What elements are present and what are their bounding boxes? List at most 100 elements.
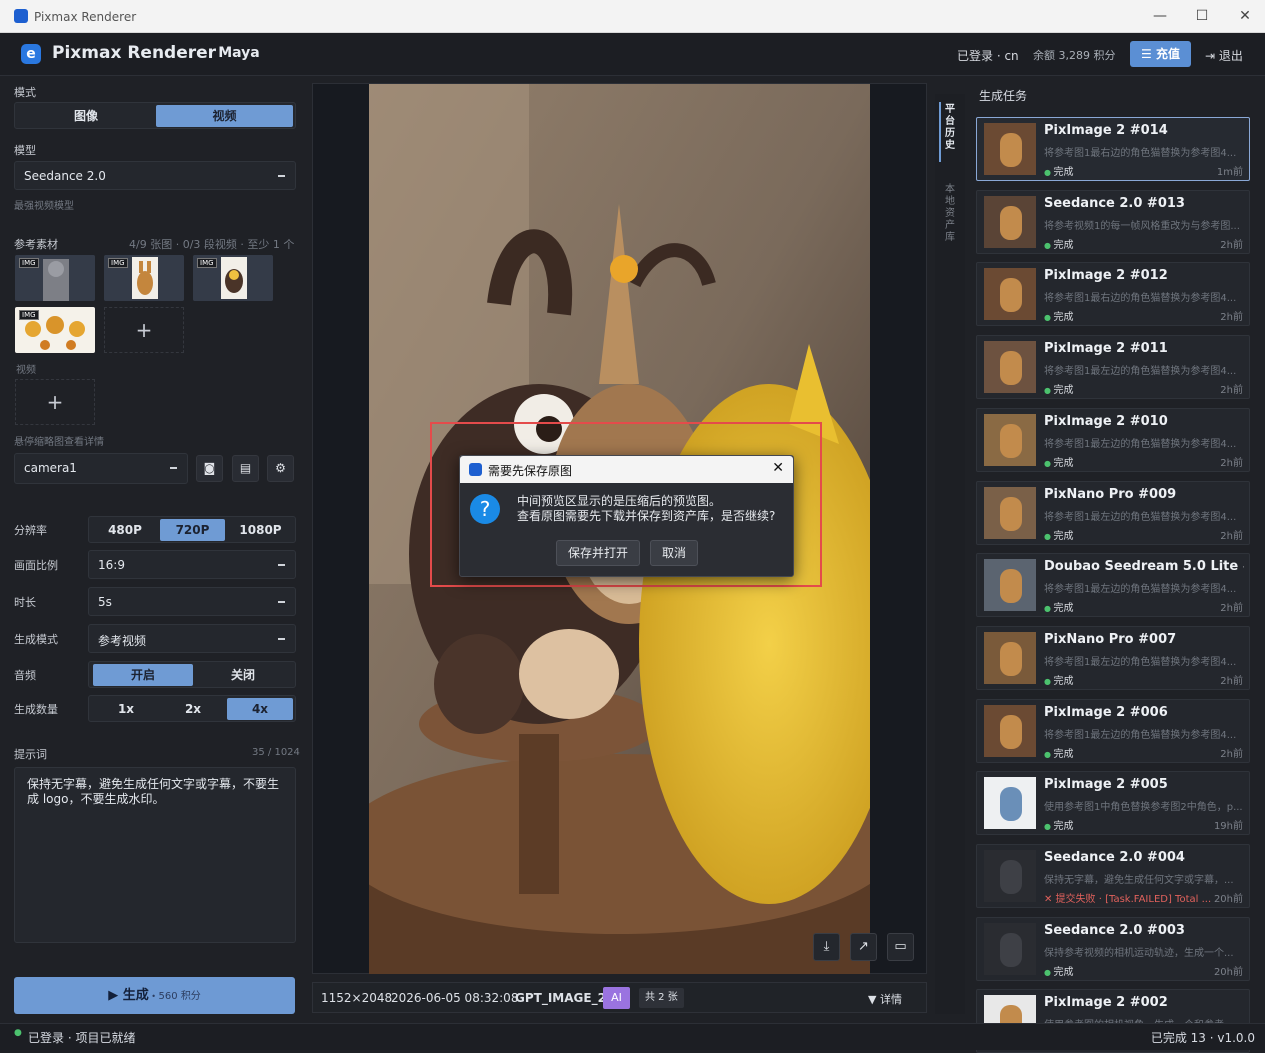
genmode-select[interactable]: 参考视频	[88, 624, 296, 653]
prompt-textarea[interactable]: 保持无字幕，避免生成任何文字或字幕，不要生成 logo，不要生成水印。	[14, 767, 296, 943]
task-title: PixImage 2 #005	[1044, 777, 1168, 793]
duration-label: 时长	[14, 596, 36, 609]
reference-label: 参考素材	[14, 238, 58, 251]
count-4x[interactable]: 4x	[227, 698, 293, 720]
details-label: 详情	[879, 993, 902, 1006]
model-hint: 最强视频模型	[14, 201, 74, 212]
login-status: 已登录 · cn	[957, 49, 1019, 63]
task-description: 将参考图1最左边的角色猫替换为参考图4...	[1044, 366, 1237, 378]
aspect-select[interactable]: 16:9	[88, 550, 296, 579]
image-datetime: 2026-06-05 08:32:08	[391, 991, 519, 1005]
camera-select[interactable]: camera1	[14, 453, 188, 484]
task-card[interactable]: PixImage 2 #011 将参考图1最左边的角色猫替换为参考图4... 完成 2…	[976, 335, 1250, 400]
resolution-720p[interactable]: 720P	[160, 519, 225, 541]
minimize-icon[interactable]: —	[1150, 8, 1170, 24]
task-time: 2h前	[1220, 312, 1243, 324]
open-external-icon[interactable]: ↗	[850, 933, 877, 961]
audio-switch: 开启 关闭	[88, 661, 296, 688]
download-icon[interactable]: ⤓	[813, 933, 840, 961]
audio-on-button[interactable]: 开启	[93, 664, 193, 686]
generate-button[interactable]: ▶ 生成 • 560 积分	[14, 977, 295, 1014]
task-title: PixImage 2 #012	[1044, 268, 1168, 284]
task-thumbnail	[984, 559, 1036, 612]
reference-count: 4/9 张图 · 0/3 段视频 · 至少 1 个	[129, 238, 295, 251]
logout-button[interactable]: ⇥ 退出	[1205, 47, 1243, 64]
task-status: 完成	[1044, 599, 1074, 614]
details-toggle[interactable]: ▼ 详情	[868, 991, 902, 1007]
task-title: PixImage 2 #010	[1044, 413, 1168, 429]
reference-thumb-4[interactable]: IMG	[15, 307, 95, 353]
maximize-icon[interactable]: ☐	[1192, 8, 1212, 24]
task-card[interactable]: PixImage 2 #014 将参考图1最右边的角色猫替换为参考图4... 完成 1…	[976, 117, 1250, 181]
model-select[interactable]: Seedance 2.0	[14, 161, 296, 190]
task-time: 2h前	[1220, 603, 1243, 615]
task-card[interactable]: PixImage 2 #010 将参考图1最左边的角色猫替换为参考图4... 完成 2…	[976, 407, 1250, 472]
task-panel: 生成任务 PixImage 2 #014 将参考图1最右边的角色猫替换为参考图4.…	[970, 77, 1265, 1053]
mode-image-button[interactable]: 图像	[19, 105, 153, 127]
audio-off-button[interactable]: 关闭	[193, 664, 293, 686]
dialog-close-icon[interactable]: ✕	[772, 460, 784, 476]
recharge-label: 充值	[1155, 47, 1180, 61]
img-tag: IMG	[197, 258, 217, 268]
task-status: 完成	[1044, 672, 1074, 687]
task-card[interactable]: PixImage 2 #006 将参考图1最左边的角色猫替换为参考图4... 完成 2…	[976, 698, 1250, 763]
status-bar: ● 已登录 · 项目已就绪 已完成 13 · v1.0.0	[0, 1023, 1265, 1050]
model-label: 模型	[14, 144, 36, 157]
task-card[interactable]: PixImage 2 #012 将参考图1最右边的角色猫替换为参考图4... 完成 2…	[976, 262, 1250, 327]
add-reference-image-button[interactable]: +	[104, 307, 184, 353]
question-icon: ?	[470, 494, 500, 524]
count-2x[interactable]: 2x	[160, 698, 226, 720]
recharge-button[interactable]: ☰ 充值	[1130, 41, 1191, 67]
task-card[interactable]: PixNano Pro #009 将参考图1最左边的角色猫替换为参考图4... 完成…	[976, 480, 1250, 545]
gear-icon[interactable]: ⚙	[267, 455, 294, 482]
image-model: GPT_IMAGE_2	[515, 991, 606, 1005]
window-titlebar: Pixmax Renderer — ☐ ✕	[0, 0, 1265, 33]
task-time: 2h前	[1220, 530, 1243, 542]
dropdown-icon	[278, 564, 285, 566]
task-status: ✕ 提交失败 · [Task.FAILED] Total ...	[1044, 894, 1212, 905]
plus-icon: +	[46, 390, 64, 414]
task-card[interactable]: Seedance 2.0 #003 保持参考视频的相机运动轨迹，生成一个... 完成…	[976, 916, 1250, 981]
task-card[interactable]: Doubao Seedream 5.0 Lite #... 将参考图1最左边的角色…	[976, 553, 1250, 618]
task-status: 完成	[1044, 817, 1074, 832]
cancel-button[interactable]: 取消	[650, 540, 698, 566]
task-title: Doubao Seedream 5.0 Lite #...	[1044, 559, 1244, 575]
archive-icon[interactable]: ▭	[887, 933, 914, 961]
duration-select[interactable]: 5s	[88, 587, 296, 616]
task-title: PixImage 2 #011	[1044, 341, 1168, 357]
ai-badge: AI	[603, 987, 630, 1009]
reference-thumb-2[interactable]: IMG	[104, 255, 184, 301]
tab-platform-history[interactable]: 平台历史	[942, 104, 958, 152]
task-thumbnail-figure	[1000, 351, 1022, 386]
task-description: 保持参考视频的相机运动轨迹，生成一个...	[1044, 947, 1234, 959]
prompt-label: 提示词	[14, 748, 47, 761]
resolution-480p[interactable]: 480P	[93, 519, 157, 541]
dialog-app-icon	[469, 463, 482, 476]
task-description: 将参考视频1的每一帧风格重改为与参考图...	[1044, 220, 1240, 232]
resolution-1080p[interactable]: 1080P	[228, 519, 293, 541]
tab-local-assets[interactable]: 本地资产库	[942, 184, 958, 244]
balance: 余额 3,289 积分	[1033, 49, 1116, 62]
task-card[interactable]: PixNano Pro #007 将参考图1最左边的角色猫替换为参考图4... 完成…	[976, 625, 1250, 690]
task-thumbnail-figure	[1000, 860, 1022, 894]
count-1x[interactable]: 1x	[93, 698, 159, 720]
status-dot-icon: ●	[14, 1028, 22, 1038]
task-card[interactable]: PixImage 2 #005 使用参考图1中角色替换参考图2中角色，p... 完成…	[976, 771, 1250, 836]
film-icon[interactable]: ▤	[232, 455, 259, 482]
task-thumbnail	[984, 922, 1036, 975]
window-title: Pixmax Renderer	[34, 10, 137, 24]
save-and-open-button[interactable]: 保存并打开	[556, 540, 640, 566]
reference-thumb-1[interactable]: IMG	[15, 255, 95, 301]
mode-video-button[interactable]: 视频	[156, 105, 293, 127]
dropdown-icon	[278, 638, 285, 640]
reference-thumb-3[interactable]: IMG	[193, 255, 273, 301]
play-icon: ▶	[108, 988, 123, 1003]
task-card[interactable]: Seedance 2.0 #013 将参考视频1的每一帧风格重改为与参考图... 完…	[976, 189, 1250, 254]
task-card[interactable]: Seedance 2.0 #004 保持无字幕，避免生成任何文字或字幕，... ✕ …	[976, 844, 1250, 908]
camera-icon[interactable]: ◙	[196, 455, 223, 482]
aspect-label: 画面比例	[14, 559, 58, 572]
close-icon[interactable]: ✕	[1235, 8, 1255, 24]
task-description: 将参考图1最右边的角色猫替换为参考图4...	[1044, 148, 1237, 159]
task-thumbnail-figure	[1000, 932, 1022, 967]
add-reference-video-button[interactable]: +	[15, 379, 95, 425]
